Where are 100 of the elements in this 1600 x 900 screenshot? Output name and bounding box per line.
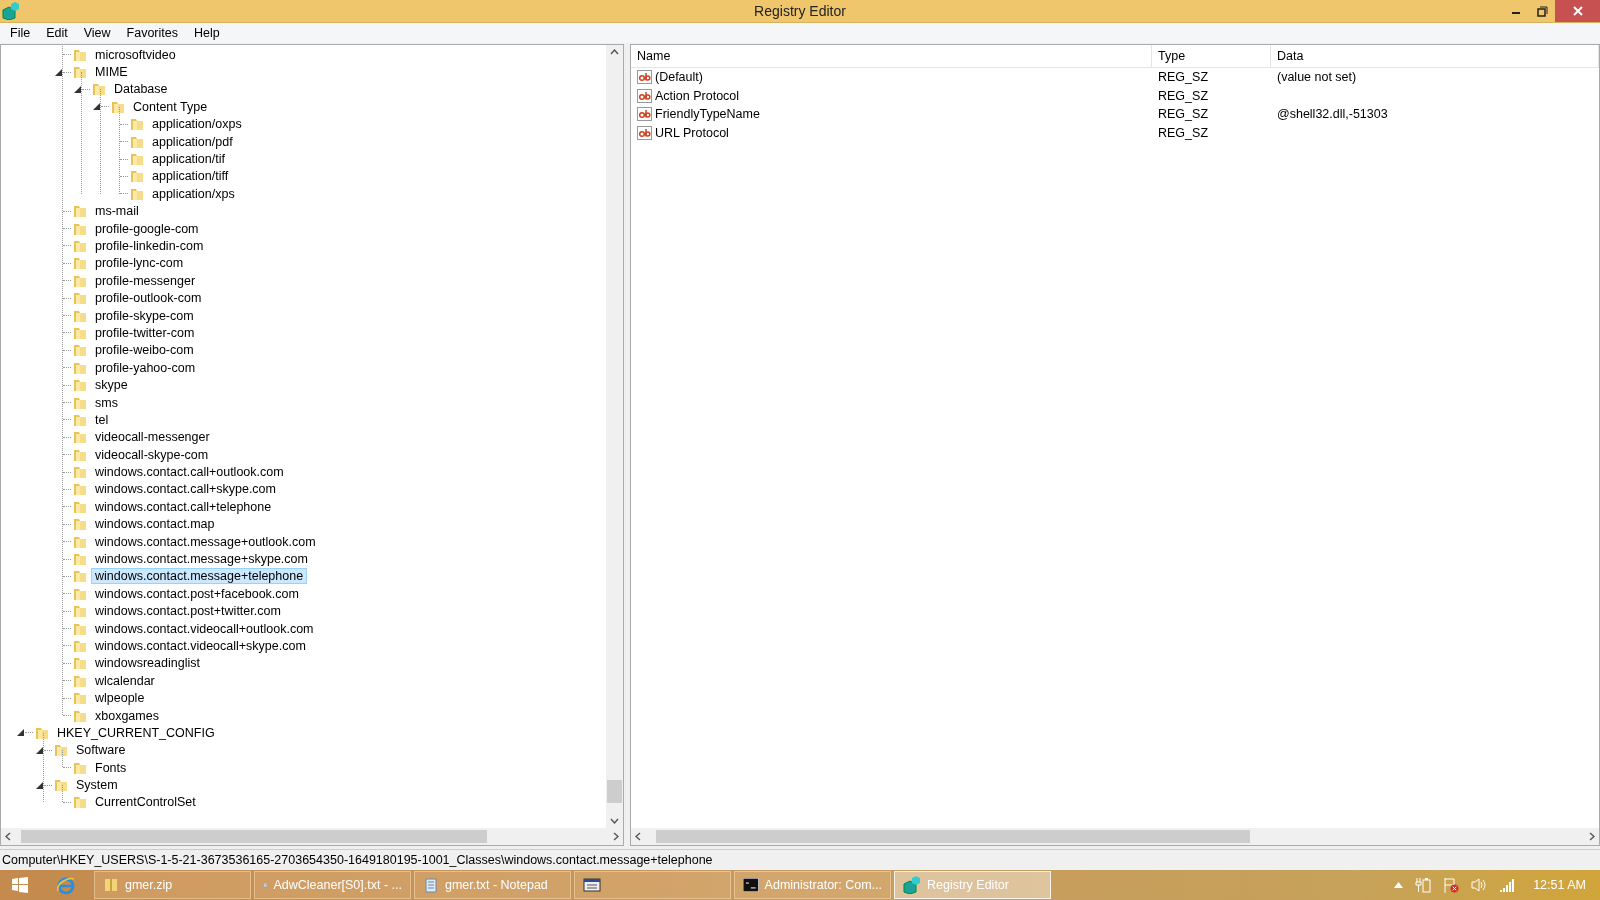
tree-item[interactable]: MIME xyxy=(91,64,132,81)
value-name[interactable]: Action Protocol xyxy=(655,88,740,103)
expanded-arrow-icon[interactable] xyxy=(17,729,24,737)
close-icon xyxy=(1572,6,1583,16)
tree-item[interactable]: xboxgames xyxy=(91,707,163,724)
value-name[interactable]: FriendlyTypeName xyxy=(655,107,760,122)
folder-icon xyxy=(72,655,88,672)
cubes-icon xyxy=(903,876,921,894)
scrollbar-thumb[interactable] xyxy=(655,830,1250,843)
tree-item[interactable]: windows.contact.call+skype.com xyxy=(91,481,280,498)
value-name[interactable]: URL Protocol xyxy=(655,125,729,140)
folder-icon xyxy=(72,794,88,811)
value-type: REG_SZ xyxy=(1157,107,1209,122)
folder-icon xyxy=(53,777,69,794)
tree-item[interactable]: windows.contact.map xyxy=(91,516,219,533)
folder-icon xyxy=(129,116,145,133)
close-button[interactable] xyxy=(1555,0,1600,22)
signal-bars-icon[interactable] xyxy=(1499,878,1516,892)
menu-item[interactable]: File xyxy=(2,26,39,40)
tree-item[interactable]: ms-mail xyxy=(91,203,143,220)
value-data: @shell32.dll,-51303 xyxy=(1276,107,1389,122)
menu-item[interactable]: Edit xyxy=(38,26,76,40)
tree-item[interactable]: windows.contact.videocall+outlook.com xyxy=(91,620,318,637)
flag-error-icon[interactable] xyxy=(1443,877,1460,893)
browser-e-icon[interactable] xyxy=(56,875,76,895)
vertical-scrollbar[interactable] xyxy=(606,45,623,828)
folder-icon xyxy=(72,516,88,533)
battery-plug-icon[interactable] xyxy=(1415,877,1432,893)
tree-item[interactable]: windows.contact.call+telephone xyxy=(91,498,276,515)
menu-item[interactable]: Help xyxy=(186,26,228,40)
tree-item[interactable]: Content Type xyxy=(129,98,212,115)
tree-item[interactable]: application/oxps xyxy=(148,116,246,133)
tree-item[interactable]: profile-weibo-com xyxy=(91,342,198,359)
tree-item[interactable]: Database xyxy=(110,81,172,98)
tree-item[interactable]: profile-yahoo-com xyxy=(91,359,200,376)
tree-item[interactable]: wlcalendar xyxy=(91,672,159,689)
tree-item[interactable]: skype xyxy=(91,377,132,394)
window-title: Registry Editor xyxy=(754,3,846,19)
expanded-arrow-icon[interactable] xyxy=(74,85,81,93)
folder-icon xyxy=(91,81,107,98)
tree-item[interactable]: Fonts xyxy=(91,759,131,776)
folder-icon xyxy=(72,203,88,220)
tree-item[interactable]: System xyxy=(72,777,122,794)
folder-icon xyxy=(72,429,88,446)
tree-item[interactable]: videocall-messenger xyxy=(91,429,214,446)
tree-item[interactable]: windows.contact.message+telephone xyxy=(91,568,308,585)
folder-icon xyxy=(72,342,88,359)
expanded-arrow-icon[interactable] xyxy=(36,746,43,754)
scrollbar-thumb[interactable] xyxy=(607,779,622,803)
tree-item[interactable]: application/tif xyxy=(148,151,229,168)
menu-item[interactable]: View xyxy=(75,26,119,40)
folder-icon xyxy=(72,603,88,620)
tree-item[interactable]: profile-google-com xyxy=(91,220,203,237)
tree-item[interactable]: windows.contact.videocall+skype.com xyxy=(91,637,310,654)
tree-item[interactable]: profile-messenger xyxy=(91,272,200,289)
value-name[interactable]: (Default) xyxy=(655,70,703,85)
tree-item[interactable]: application/xps xyxy=(148,185,239,202)
console-icon xyxy=(743,878,759,892)
tree-item[interactable]: windowsreadinglist xyxy=(91,655,204,672)
column-header[interactable]: Name xyxy=(631,45,1152,67)
tree-item[interactable]: windows.contact.post+twitter.com xyxy=(91,603,285,620)
horizontal-scrollbar[interactable] xyxy=(1,828,623,845)
tree-item[interactable]: sms xyxy=(91,394,122,411)
column-header[interactable]: Data xyxy=(1271,45,1599,67)
tree-item[interactable]: profile-skype-com xyxy=(91,307,198,324)
windows-start-icon[interactable] xyxy=(12,877,28,893)
folder-icon xyxy=(53,742,69,759)
string-value-icon xyxy=(637,125,652,140)
expanded-arrow-icon[interactable] xyxy=(93,103,100,111)
tree-item[interactable]: profile-lync-com xyxy=(91,255,188,272)
folder-icon xyxy=(72,290,88,307)
caret-up-icon[interactable] xyxy=(1394,882,1404,888)
expanded-arrow-icon[interactable] xyxy=(36,781,43,789)
expanded-arrow-icon[interactable] xyxy=(55,68,62,76)
folder-icon xyxy=(72,377,88,394)
status-bar-path: Computer\HKEY_USERS\S-1-5-21-3673536165-2703654350-1649180195-1001_Classes\windows.contact.message+telephone xyxy=(0,849,1600,870)
tree-item[interactable]: profile-linkedin-com xyxy=(91,238,208,254)
tree-item[interactable]: profile-twitter-com xyxy=(91,324,199,341)
tree-item[interactable]: wlpeople xyxy=(91,690,149,707)
horizontal-scrollbar[interactable] xyxy=(631,828,1599,845)
tree-item[interactable]: windows.contact.message+skype.com xyxy=(91,551,312,567)
tree-item[interactable]: application/pdf xyxy=(148,133,237,150)
scrollbar-thumb[interactable] xyxy=(21,830,487,843)
tree-item[interactable]: windows.contact.message+outlook.com xyxy=(91,533,320,550)
restore-icon xyxy=(1536,5,1548,17)
menu-item[interactable]: Favorites xyxy=(118,26,186,40)
tree-item[interactable]: HKEY_CURRENT_CONFIG xyxy=(53,724,219,741)
tree-item[interactable]: profile-outlook-com xyxy=(91,290,206,307)
column-header[interactable]: Type xyxy=(1152,45,1271,67)
speaker-icon[interactable] xyxy=(1471,877,1488,893)
tree-item[interactable]: tel xyxy=(91,411,113,428)
tree-item[interactable]: videocall-skype-com xyxy=(91,446,213,463)
tree-item[interactable]: Software xyxy=(72,742,130,759)
tree-item[interactable]: windows.contact.post+facebook.com xyxy=(91,585,303,602)
tree-item[interactable]: microsoftvideo xyxy=(91,46,180,63)
tree-item[interactable]: windows.contact.call+outlook.com xyxy=(91,464,288,481)
folder-icon xyxy=(72,551,88,567)
tree-item[interactable]: CurrentControlSet xyxy=(91,794,200,811)
taskbar-button[interactable] xyxy=(574,871,731,899)
tree-item[interactable]: application/tiff xyxy=(148,168,233,185)
